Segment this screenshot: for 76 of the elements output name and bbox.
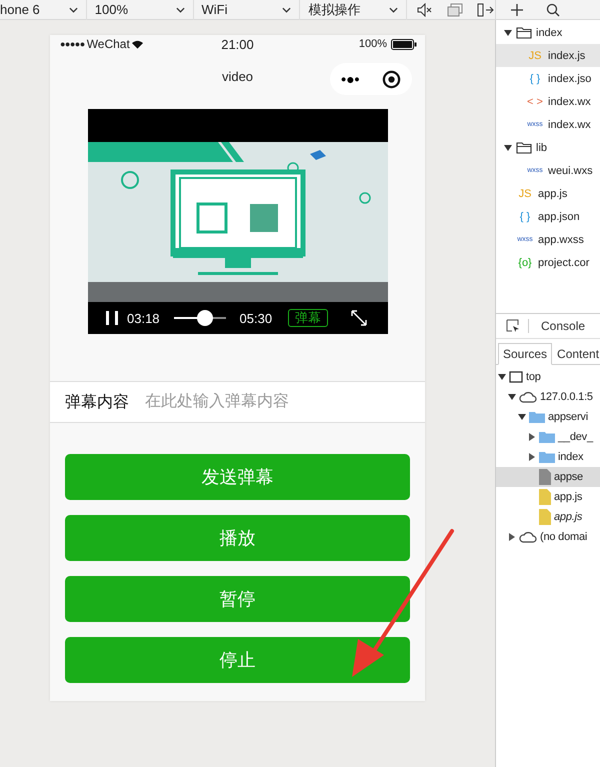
- source-tree-item[interactable]: appse: [496, 467, 600, 487]
- folder-icon: [529, 411, 545, 423]
- folder-icon: [516, 142, 532, 154]
- slider-thumb[interactable]: [196, 310, 213, 326]
- search-icon[interactable]: [546, 2, 560, 16]
- file-tree-item[interactable]: index: [496, 21, 600, 44]
- current-time: 03:18: [127, 310, 160, 326]
- file-type-icon: {o}: [516, 256, 534, 268]
- signal-dots: ●●●●●: [60, 39, 85, 49]
- page-title: video: [222, 69, 254, 84]
- file-type-icon: { }: [526, 72, 544, 84]
- caret-icon: [388, 6, 398, 12]
- file-tree-item[interactable]: { } index.jso: [496, 67, 600, 90]
- file-type-icon: JS: [526, 50, 544, 62]
- progress-slider[interactable]: [174, 310, 226, 326]
- add-icon[interactable]: [510, 2, 524, 16]
- dropdown[interactable]: hone 6: [0, 0, 87, 20]
- collapsed-triangle-icon[interactable]: [528, 433, 536, 441]
- battery-icon: [391, 38, 417, 50]
- file-icon: [539, 469, 551, 485]
- expanded-triangle-icon[interactable]: [504, 144, 512, 152]
- expanded-triangle-icon[interactable]: [508, 393, 516, 401]
- panel-tab[interactable]: Content: [552, 343, 600, 365]
- pause-icon[interactable]: [105, 310, 119, 326]
- inspect-icon[interactable]: [506, 319, 520, 333]
- dropdown[interactable]: 模拟操作: [300, 0, 407, 20]
- expanded-triangle-icon[interactable]: [504, 28, 512, 36]
- file-icon: [539, 509, 551, 525]
- source-tree-item[interactable]: __dev_: [496, 427, 600, 447]
- file-tree-item[interactable]: {o} project.cor: [496, 251, 600, 274]
- caret-icon: [68, 6, 78, 12]
- more-button[interactable]: •●•: [341, 71, 360, 87]
- source-tree-item[interactable]: app.js: [496, 487, 600, 507]
- source-tree-item[interactable]: (no domai: [496, 527, 600, 547]
- caret-icon: [282, 6, 292, 12]
- source-tree-item[interactable]: 127.0.0.1:5: [496, 387, 600, 407]
- cloud-icon: [519, 531, 537, 543]
- split-panel-icon[interactable]: [476, 2, 495, 16]
- source-tree-item[interactable]: top: [496, 367, 600, 387]
- file-tree-item[interactable]: < > index.wx: [496, 90, 600, 113]
- expanded-triangle-icon[interactable]: [498, 373, 506, 381]
- folder-icon: [516, 26, 532, 38]
- panel-tab[interactable]: Sources: [498, 343, 552, 365]
- mute-icon[interactable]: [416, 2, 433, 16]
- carrier-name: WeChat: [86, 37, 130, 51]
- source-tree-item[interactable]: index: [496, 447, 600, 467]
- status-time: 21:00: [221, 36, 254, 52]
- expanded-triangle-icon[interactable]: [518, 413, 526, 421]
- window-icon[interactable]: [446, 2, 463, 16]
- folder-icon: [539, 451, 555, 463]
- fullscreen-icon[interactable]: [350, 309, 368, 327]
- dropdown[interactable]: WiFi: [194, 0, 300, 20]
- input-label: 弹幕内容: [65, 392, 129, 412]
- file-tree-item[interactable]: JS index.js: [496, 44, 600, 67]
- source-tree-item[interactable]: app.js: [496, 507, 600, 527]
- cloud-icon: [519, 391, 537, 403]
- duration: 05:30: [240, 310, 272, 326]
- file-tree-item[interactable]: JS app.js: [496, 182, 600, 205]
- window-icon: [509, 371, 523, 383]
- file-type-icon: JS: [516, 188, 534, 200]
- file-tree-item[interactable]: lib: [496, 136, 600, 159]
- collapsed-triangle-icon[interactable]: [508, 533, 516, 541]
- file-icon: [539, 489, 551, 505]
- danmu-toggle-button[interactable]: 弹幕: [288, 309, 328, 327]
- collapsed-triangle-icon[interactable]: [528, 453, 536, 461]
- source-tree-item[interactable]: appservi: [496, 407, 600, 427]
- file-type-icon: < >: [526, 96, 544, 108]
- file-type-icon: { }: [516, 210, 534, 222]
- dropdown[interactable]: 100%: [86, 0, 194, 20]
- close-target-icon[interactable]: [382, 70, 401, 88]
- file-tree-item[interactable]: { } app.json: [496, 205, 600, 228]
- console-tab[interactable]: Console: [537, 319, 590, 333]
- wifi-icon: [132, 40, 143, 48]
- folder-icon: [539, 431, 555, 443]
- battery-percent: 100%: [358, 38, 387, 50]
- caret-icon: [176, 6, 185, 12]
